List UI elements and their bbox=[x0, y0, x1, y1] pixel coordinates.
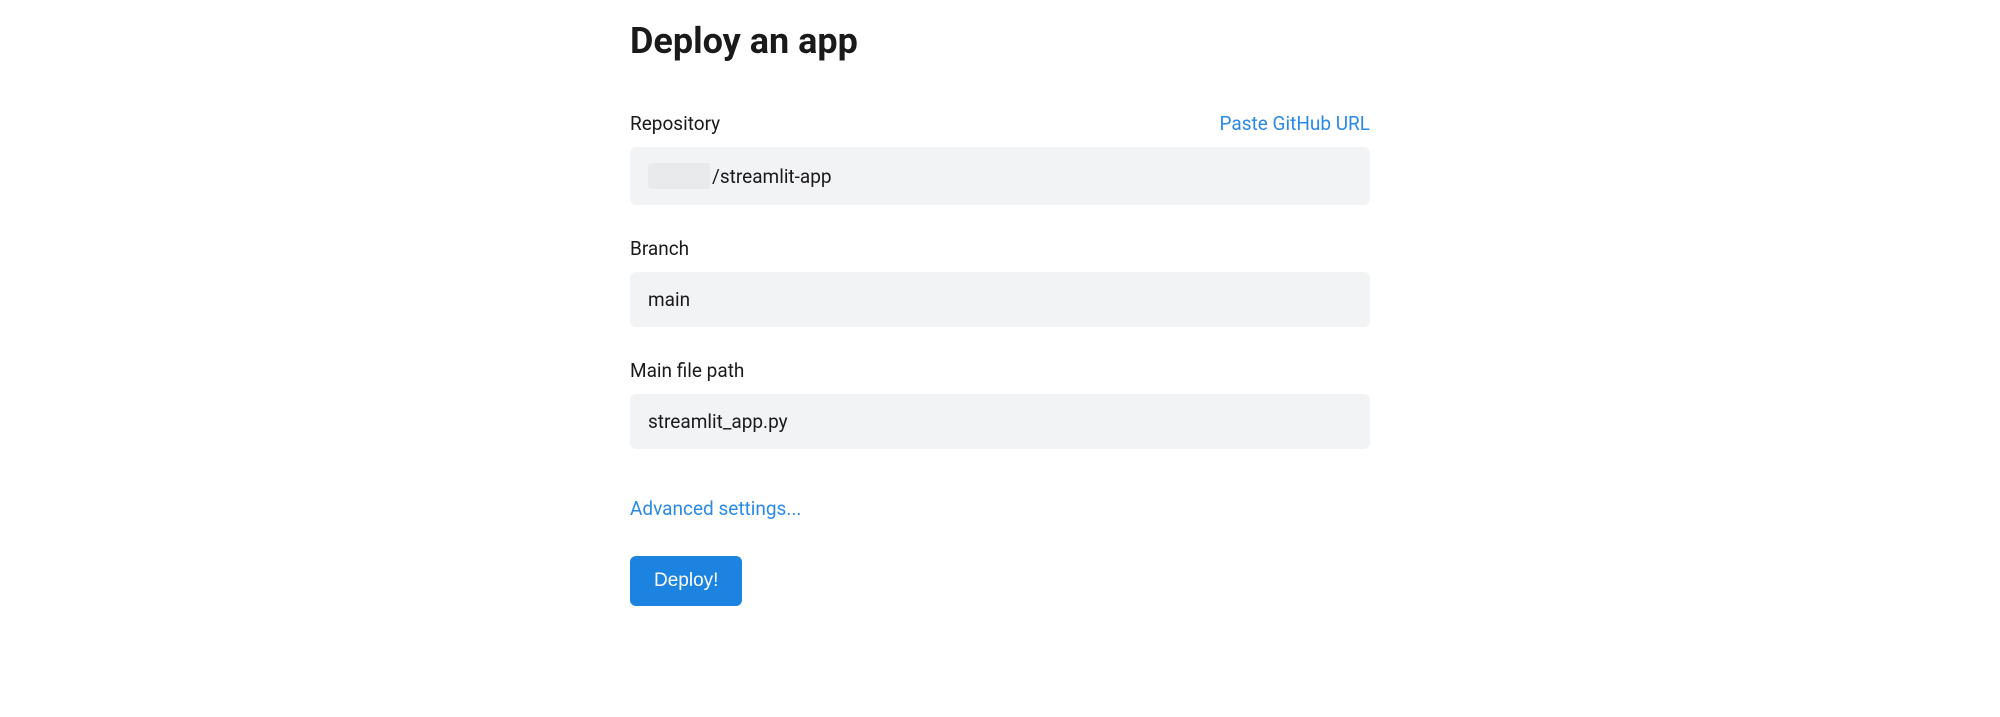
repository-label: Repository bbox=[630, 112, 720, 135]
advanced-settings-link[interactable]: Advanced settings... bbox=[630, 497, 801, 520]
main-file-input[interactable]: streamlit_app.py bbox=[630, 394, 1370, 449]
branch-label: Branch bbox=[630, 237, 689, 260]
main-file-value: streamlit_app.py bbox=[648, 410, 788, 433]
main-file-label: Main file path bbox=[630, 359, 744, 382]
repository-value-suffix: /streamlit-app bbox=[712, 165, 832, 188]
repository-input[interactable]: /streamlit-app bbox=[630, 147, 1370, 205]
redacted-owner bbox=[648, 163, 710, 189]
deploy-button[interactable]: Deploy! bbox=[630, 556, 742, 606]
branch-input[interactable]: main bbox=[630, 272, 1370, 327]
branch-value: main bbox=[648, 288, 690, 311]
paste-github-url-link[interactable]: Paste GitHub URL bbox=[1220, 112, 1370, 135]
page-title: Deploy an app bbox=[630, 20, 1370, 62]
